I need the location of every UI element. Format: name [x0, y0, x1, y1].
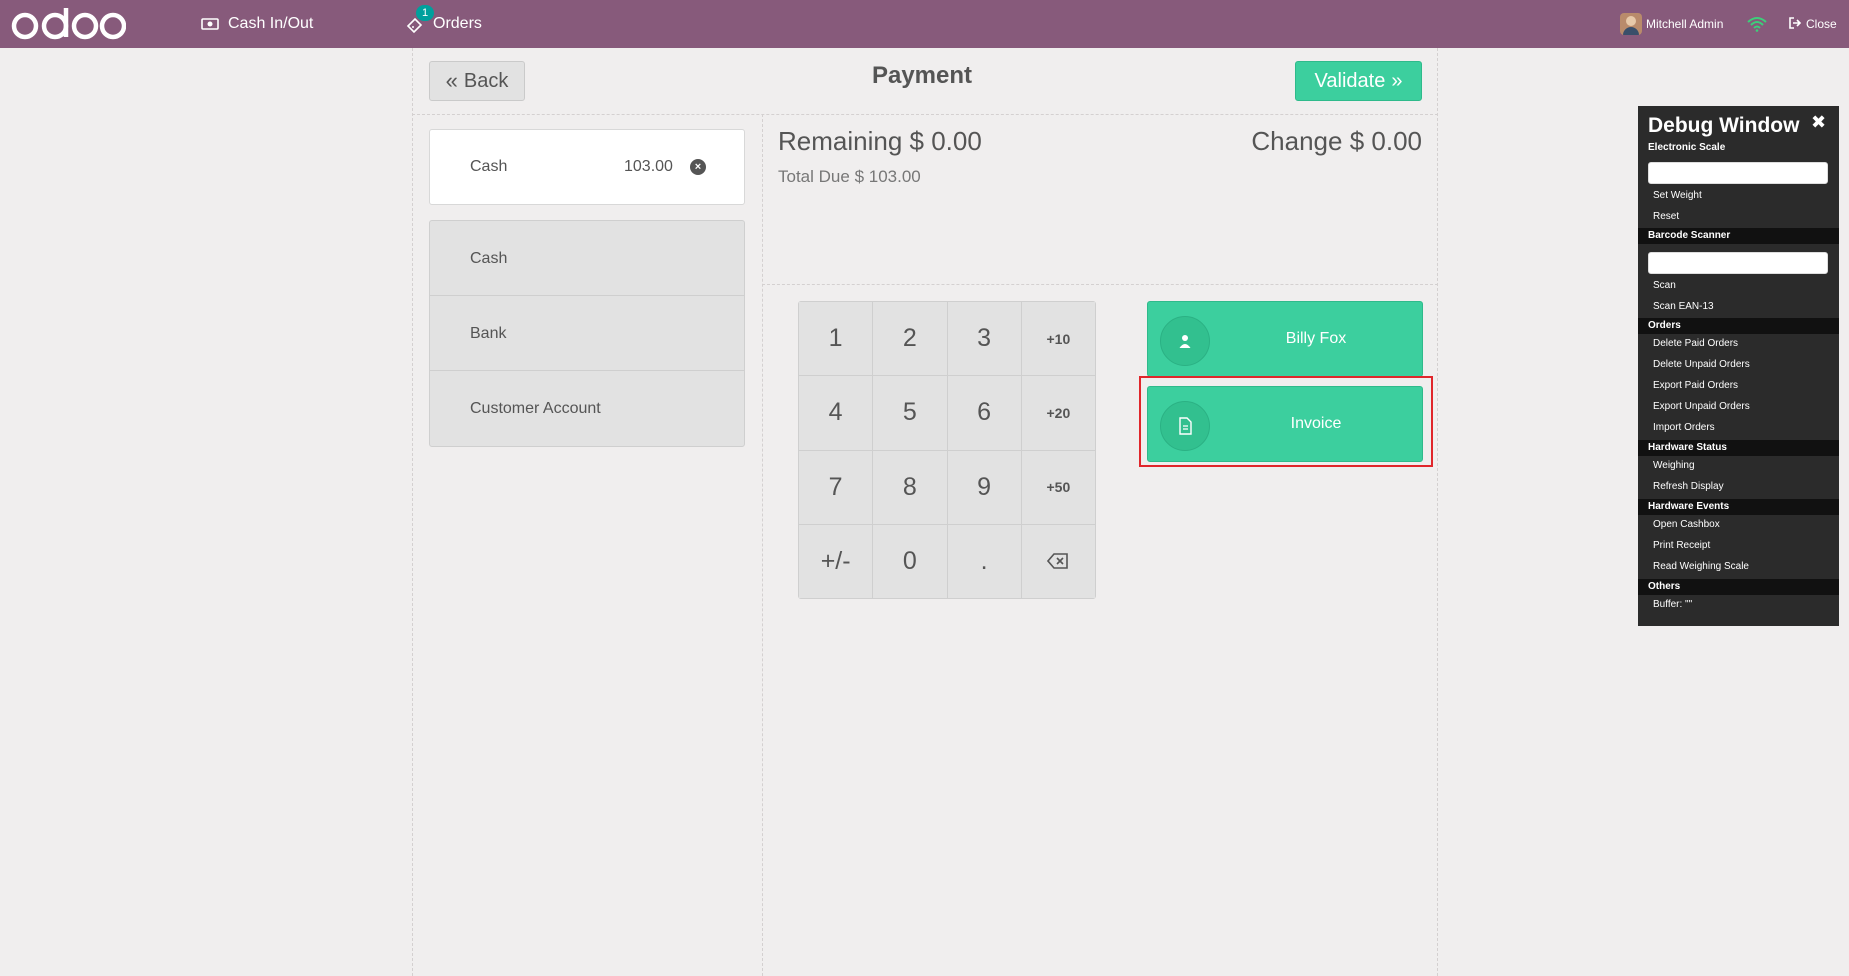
export-unpaid-orders-button[interactable]: Export Unpaid Orders	[1653, 401, 1750, 412]
delete-line-icon[interactable]: ×	[690, 159, 706, 175]
double-chevron-right-icon: »	[1391, 69, 1403, 92]
sign-out-icon	[1788, 16, 1802, 33]
debug-window: Debug Window ✖ Electronic Scale Set Weig…	[1638, 106, 1839, 626]
user-menu[interactable]: Mitchell Admin	[1620, 0, 1723, 48]
delete-paid-orders-button[interactable]: Delete Paid Orders	[1653, 338, 1738, 349]
payment-method-cash[interactable]: Cash	[430, 221, 744, 296]
top-navbar: Cash In/Out 1 Orders Mitchell Admin Clos…	[0, 0, 1849, 48]
close-button[interactable]: Close	[1788, 0, 1837, 48]
change-label: Change	[1251, 126, 1343, 156]
cash-in-out-button[interactable]: Cash In/Out	[200, 0, 313, 48]
read-weighing-scale-button[interactable]: Read Weighing Scale	[1653, 561, 1749, 572]
payment-screen: « Back Payment Validate » Cash 103.00 × …	[412, 48, 1438, 976]
odoo-logo[interactable]	[10, 4, 126, 44]
refresh-display-button[interactable]: Refresh Display	[1653, 481, 1724, 492]
numpad-key-1[interactable]: 1	[799, 302, 873, 376]
section-electronic-scale: Electronic Scale	[1648, 142, 1726, 153]
import-orders-button[interactable]: Import Orders	[1653, 422, 1715, 433]
back-label: Back	[463, 69, 509, 92]
weight-input[interactable]	[1648, 162, 1828, 184]
customer-button[interactable]: Billy Fox	[1147, 301, 1423, 377]
payment-methods-list: Cash Bank Customer Account	[429, 220, 745, 447]
numpad-key-0[interactable]: 0	[873, 524, 947, 598]
orders-count-badge: 1	[416, 5, 434, 21]
numpad-key-7[interactable]: 7	[799, 450, 873, 524]
validate-label: Validate	[1314, 69, 1386, 92]
customer-name: Billy Fox	[1285, 330, 1347, 347]
weighing-status[interactable]: Weighing	[1653, 460, 1695, 471]
change-value: $ 0.00	[1349, 126, 1422, 156]
print-receipt-button[interactable]: Print Receipt	[1653, 540, 1710, 551]
close-label: Close	[1806, 17, 1837, 31]
numpad: 1 2 3 +10 4 5 6 +20 7 8 9 +50 +/- 0 .	[798, 301, 1096, 599]
delete-unpaid-orders-button[interactable]: Delete Unpaid Orders	[1653, 359, 1750, 370]
ticket-icon: 1	[405, 5, 434, 34]
total-due-value: $ 103.00	[854, 167, 921, 186]
orders-button[interactable]: 1 Orders	[405, 0, 482, 48]
numpad-key-9[interactable]: 9	[947, 450, 1021, 524]
divider	[412, 48, 413, 976]
numpad-key-4[interactable]: 4	[799, 376, 873, 450]
user-icon	[1160, 316, 1210, 366]
user-name: Mitchell Admin	[1646, 17, 1724, 31]
remaining-value: $ 0.00	[909, 126, 982, 156]
barcode-input[interactable]	[1648, 252, 1828, 274]
money-icon	[200, 14, 220, 34]
total-due-label: Total Due	[778, 167, 850, 186]
avatar	[1620, 13, 1642, 35]
divider	[1437, 48, 1438, 976]
highlight-box	[1139, 376, 1433, 467]
cash-in-out-label: Cash In/Out	[228, 15, 314, 32]
set-weight-button[interactable]: Set Weight	[1653, 190, 1702, 201]
numpad-key-2[interactable]: 2	[873, 302, 947, 376]
validate-button[interactable]: Validate »	[1295, 61, 1422, 101]
buffer-text: Buffer: ""	[1653, 599, 1693, 610]
orders-label: Orders	[433, 15, 482, 32]
payment-line-method: Cash	[470, 158, 508, 175]
section-barcode-scanner: Barcode Scanner	[1638, 228, 1839, 244]
change-amount: Change $ 0.00	[1251, 126, 1422, 157]
divider	[762, 284, 1438, 285]
wifi-icon[interactable]	[1747, 0, 1767, 48]
backspace-key[interactable]	[1021, 524, 1095, 598]
total-due: Total Due $ 103.00	[778, 167, 921, 187]
payment-line-amount: 103.00	[624, 158, 673, 175]
section-orders: Orders	[1638, 318, 1839, 334]
section-others: Others	[1638, 579, 1839, 595]
open-cashbox-button[interactable]: Open Cashbox	[1653, 519, 1720, 530]
numpad-key-3[interactable]: 3	[947, 302, 1021, 376]
double-chevron-left-icon: «	[445, 68, 458, 93]
payment-method-customer-account[interactable]: Customer Account	[430, 371, 744, 446]
scan-ean13-button[interactable]: Scan EAN-13	[1653, 301, 1714, 312]
remaining-amount: Remaining $ 0.00	[778, 126, 982, 157]
divider	[762, 114, 763, 976]
back-button[interactable]: « Back	[429, 61, 525, 101]
numpad-key-plus10[interactable]: +10	[1021, 302, 1095, 376]
divider	[412, 114, 1438, 115]
debug-window-title: Debug Window	[1648, 114, 1800, 137]
numpad-key-plus-minus[interactable]: +/-	[799, 524, 873, 598]
payment-method-bank[interactable]: Bank	[430, 296, 744, 371]
close-icon[interactable]: ✖	[1811, 112, 1826, 133]
remaining-label: Remaining	[778, 126, 903, 156]
numpad-key-dot[interactable]: .	[947, 524, 1021, 598]
numpad-key-8[interactable]: 8	[873, 450, 947, 524]
numpad-key-5[interactable]: 5	[873, 376, 947, 450]
scan-button[interactable]: Scan	[1653, 280, 1676, 291]
reset-button[interactable]: Reset	[1653, 211, 1679, 222]
section-hardware-status: Hardware Status	[1638, 440, 1839, 456]
export-paid-orders-button[interactable]: Export Paid Orders	[1653, 380, 1738, 391]
numpad-key-6[interactable]: 6	[947, 376, 1021, 450]
numpad-key-plus50[interactable]: +50	[1021, 450, 1095, 524]
section-hardware-events: Hardware Events	[1638, 499, 1839, 515]
payment-line[interactable]: Cash 103.00 ×	[429, 129, 745, 205]
backspace-icon	[1047, 553, 1069, 570]
numpad-key-plus20[interactable]: +20	[1021, 376, 1095, 450]
page-title: Payment	[871, 62, 973, 89]
